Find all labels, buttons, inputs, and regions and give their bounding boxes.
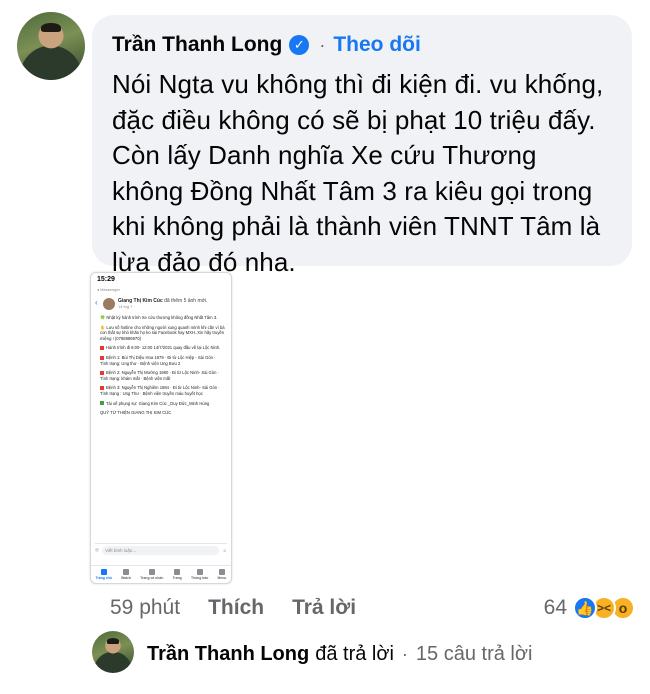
reply-author[interactable]: Trần Thanh Long bbox=[147, 643, 309, 666]
reply-count[interactable]: 15 câu trả lời bbox=[416, 643, 533, 666]
home-icon bbox=[100, 569, 107, 575]
comment-header: Trần Thanh Long ✓ · Theo dõi bbox=[112, 29, 614, 61]
green-heart-icon bbox=[100, 401, 104, 406]
post-line: 🍀 Nhật ký hành trình Xe cứu thương không… bbox=[100, 315, 218, 320]
comment-bubble: Trần Thanh Long ✓ · Theo dõi Nói Ngta vu… bbox=[92, 15, 632, 277]
nav-label: Watch bbox=[121, 576, 132, 580]
post-line-text: Tài xế phụng sự: Giang Kim Cúc _Duy Đức_… bbox=[106, 400, 210, 406]
nav-notifications: Thông báo bbox=[191, 569, 208, 580]
red-square-icon bbox=[100, 346, 104, 351]
post-time: 14 thg 7 · bbox=[118, 304, 135, 309]
reply-action-text: đã trả lời bbox=[315, 642, 394, 665]
post-action: đã thêm 5 ảnh mới. bbox=[164, 298, 208, 304]
menu-icon bbox=[218, 569, 225, 575]
comment-time[interactable]: 59 phút bbox=[110, 596, 180, 620]
watch-icon bbox=[123, 569, 130, 575]
post-line-text: Bệnh 1: Bùi Thị Diệu Hoa 1979 · Đi từ Lộ… bbox=[100, 354, 216, 366]
nav-menu: Menu bbox=[217, 569, 227, 580]
poster-meta: Giang Thị Kim Cúc đã thêm 5 ảnh mới. 14 … bbox=[118, 298, 207, 309]
follow-button[interactable]: Theo dõi bbox=[333, 33, 421, 57]
reply-button[interactable]: Trả lời bbox=[292, 596, 356, 620]
post-line: Hành trình đi 6:00- 12:00 14/7/2021 quay… bbox=[100, 345, 225, 351]
nav-label: Menu bbox=[217, 576, 227, 580]
post-line: Bệnh 1: Bùi Thị Diệu Hoa 1979 · Đi từ Lộ… bbox=[100, 355, 225, 366]
post-bottom-nav: Trang chủ Watch Trang cá nhân Trang Thôn… bbox=[91, 565, 231, 583]
back-arrow-icon: ‹ bbox=[95, 298, 98, 307]
post-line: QUỸ TỪ THIỆN GIANG THỊ KIM CÚC bbox=[100, 410, 172, 416]
like-button[interactable]: Thích bbox=[208, 596, 264, 620]
nav-label: Trang cá nhân bbox=[140, 576, 164, 580]
like-icon[interactable]: 👍 bbox=[573, 596, 597, 620]
poster-avatar bbox=[103, 298, 115, 310]
post-line: ✋ Lưu số hotline cho những người xung qu… bbox=[100, 324, 225, 341]
post-comment-input: Viết bình luận... bbox=[101, 545, 220, 555]
bell-icon bbox=[196, 569, 203, 575]
red-square-icon bbox=[100, 355, 104, 360]
nav-watch: Watch bbox=[121, 569, 131, 580]
status-time: 15:29 bbox=[97, 276, 115, 283]
comment-author[interactable]: Trần Thanh Long bbox=[112, 33, 282, 57]
post-line: Bệnh 3: Nguyễn Thị Nghiêm 1984 · Đi từ L… bbox=[100, 385, 225, 396]
nav-home: Trang chủ bbox=[96, 569, 112, 580]
replies-link[interactable]: Trần Thanh Long đã trả lời · 15 câu trả … bbox=[147, 640, 532, 668]
nav-profile: Trang cá nhân bbox=[140, 569, 163, 580]
attached-screenshot[interactable]: 15:29 ◂ Messenger ‹ Giang Thị Kim Cúc đã… bbox=[90, 272, 232, 584]
comment-actions: 59 phút Thích Trả lời 64 👍 >< o bbox=[110, 594, 635, 622]
red-square-icon bbox=[100, 371, 104, 376]
post-line-text: Bệnh 2: Nguyễn Thị Mường 1980 · Đi từ Lộ… bbox=[100, 370, 220, 381]
comment-text: Nói Ngta vu không thì đi kiện đi. vu khố… bbox=[112, 69, 604, 277]
commenter-avatar[interactable] bbox=[17, 12, 85, 80]
nav-label: Thông báo bbox=[190, 576, 209, 580]
post-comment-bar: ◎ Viết bình luận... ☺ bbox=[95, 543, 227, 556]
flag-icon bbox=[174, 569, 181, 575]
post-header: ‹ Giang Thị Kim Cúc đã thêm 5 ảnh mới. 1… bbox=[91, 292, 231, 312]
nav-pages: Trang bbox=[173, 569, 182, 580]
red-square-icon bbox=[100, 386, 104, 391]
nav-label: Trang bbox=[172, 576, 182, 580]
emoji-icon: ☺ bbox=[222, 547, 227, 553]
post-body: 🍀 Nhật ký hành trình Xe cứu thương không… bbox=[91, 312, 231, 416]
post-line: Tài xế phụng sự: Giang Kim Cúc _Duy Đức_… bbox=[100, 401, 225, 407]
separator-dot: · bbox=[319, 34, 326, 55]
post-line-text: Hành trình đi 6:00- 12:00 14/7/2021 quay… bbox=[106, 345, 221, 351]
nav-label: Trang chủ bbox=[95, 576, 112, 580]
verified-badge-icon: ✓ bbox=[289, 35, 310, 55]
separator-dot: · bbox=[401, 643, 408, 664]
profile-icon bbox=[148, 569, 155, 575]
reply-avatar[interactable] bbox=[92, 631, 134, 673]
post-line-text: Bệnh 3: Nguyễn Thị Nghiêm 1984 · Đi từ L… bbox=[100, 385, 220, 396]
reaction-count[interactable]: 64 bbox=[544, 596, 567, 620]
camera-icon: ◎ bbox=[95, 547, 99, 552]
post-line: Bệnh 2: Nguyễn Thị Mường 1980 · Đi từ Lộ… bbox=[100, 370, 225, 381]
